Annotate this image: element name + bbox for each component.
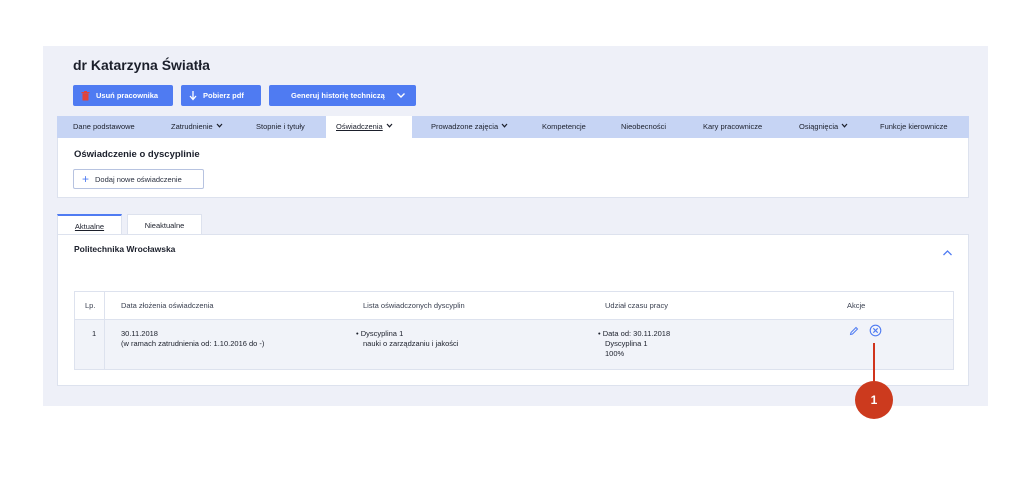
table-row: 1 30.11.2018 (w ramach zatrudnienia od: … bbox=[75, 320, 953, 369]
subtab-inactive[interactable]: Nieaktualne bbox=[127, 214, 202, 235]
trash-icon bbox=[81, 90, 90, 101]
tab-achievements[interactable]: Osiągnięcia bbox=[799, 116, 848, 138]
tab-penalties[interactable]: Kary pracownicze bbox=[703, 116, 762, 138]
tab-label: Osiągnięcia bbox=[799, 122, 839, 131]
tab-basic-data[interactable]: Dane podstawowe bbox=[73, 116, 135, 138]
tab-employment[interactable]: Zatrudnienie bbox=[171, 116, 223, 138]
chevron-down-icon bbox=[841, 116, 848, 138]
row-work-discipline: Dyscyplina 1 bbox=[605, 339, 648, 348]
discipline-card bbox=[57, 138, 969, 198]
tab-label: Zatrudnienie bbox=[171, 122, 213, 131]
discipline-title: Oświadczenie o dyscyplinie bbox=[74, 149, 200, 160]
subtab-current[interactable]: Aktualne bbox=[57, 214, 122, 235]
chevron-down-icon bbox=[501, 116, 508, 138]
plus-icon: + bbox=[82, 172, 90, 186]
university-name: Politechnika Wrocławska bbox=[74, 244, 176, 254]
download-pdf-label: Pobierz pdf bbox=[203, 91, 244, 100]
page-title: dr Katarzyna Światła bbox=[73, 57, 210, 73]
row-discipline-name: Dyscyplina 1 bbox=[360, 329, 404, 338]
callout-badge: 1 bbox=[855, 381, 893, 419]
chevron-down-icon bbox=[216, 116, 223, 138]
download-arrow-icon bbox=[189, 90, 197, 101]
column-header: Data złożenia oświadczenia bbox=[121, 301, 214, 310]
chevron-up-icon[interactable] bbox=[942, 244, 953, 262]
row-work-date: • Data od: 30.11.2018 bbox=[598, 329, 671, 338]
download-pdf-button[interactable]: Pobierz pdf bbox=[181, 85, 261, 106]
tab-label: Nieobecności bbox=[621, 122, 667, 131]
tab-degrees[interactable]: Stopnie i tytuły bbox=[256, 116, 305, 138]
statements-table: Lp. Data złożenia oświadczenia Lista ośw… bbox=[74, 291, 954, 370]
tab-competences[interactable]: Kompetencje bbox=[542, 116, 586, 138]
remove-circle-icon[interactable] bbox=[869, 324, 882, 340]
column-header: Udział czasu pracy bbox=[605, 301, 668, 310]
delete-employee-label: Usuń pracownika bbox=[96, 91, 159, 100]
tab-label: Kompetencje bbox=[542, 122, 586, 131]
row-date: 30.11.2018 bbox=[121, 329, 158, 338]
callout-pointer bbox=[873, 343, 875, 383]
pencil-icon[interactable] bbox=[849, 326, 859, 339]
row-work-date-value: Data od: 30.11.2018 bbox=[602, 329, 671, 338]
tab-statements[interactable]: Oświadczenia bbox=[326, 116, 412, 138]
main-tabs: Dane podstawowe Zatrudnienie Stopnie i t… bbox=[57, 116, 969, 138]
add-statement-label: Dodaj nowe oświadczenie bbox=[95, 174, 182, 184]
chevron-down-icon bbox=[386, 116, 393, 138]
column-header: Akcje bbox=[847, 301, 866, 310]
tab-label: Oświadczenia bbox=[336, 122, 383, 131]
tab-management[interactable]: Funkcje kierownicze bbox=[880, 116, 948, 138]
tab-label: Dane podstawowe bbox=[73, 122, 135, 131]
tab-label: Funkcje kierownicze bbox=[880, 122, 948, 131]
tab-label: Prowadzone zajęcia bbox=[431, 122, 499, 131]
lp-column-divider bbox=[75, 292, 105, 369]
row-employment: (w ramach zatrudnienia od: 1.10.2016 do … bbox=[121, 339, 265, 348]
generate-history-label: Generuj historię techniczą bbox=[291, 91, 385, 100]
generate-history-button[interactable]: Generuj historię techniczą bbox=[269, 85, 416, 106]
table-header: Lp. Data złożenia oświadczenia Lista ośw… bbox=[75, 292, 953, 320]
chevron-down-icon bbox=[396, 90, 406, 102]
column-header: Lista oświadczonych dyscyplin bbox=[363, 301, 465, 310]
tab-classes[interactable]: Prowadzone zajęcia bbox=[431, 116, 508, 138]
tab-absences[interactable]: Nieobecności bbox=[621, 116, 666, 138]
delete-employee-button[interactable]: Usuń pracownika bbox=[73, 85, 173, 106]
row-discipline-field: nauki o zarządzaniu i jakości bbox=[363, 339, 459, 348]
row-work-percent: 100% bbox=[605, 349, 625, 358]
tab-label: Kary pracownicze bbox=[703, 122, 763, 131]
row-discipline: • Dyscyplina 1 bbox=[356, 329, 404, 338]
tab-label: Stopnie i tytuły bbox=[256, 122, 305, 131]
add-statement-button[interactable]: + Dodaj nowe oświadczenie bbox=[73, 169, 204, 189]
